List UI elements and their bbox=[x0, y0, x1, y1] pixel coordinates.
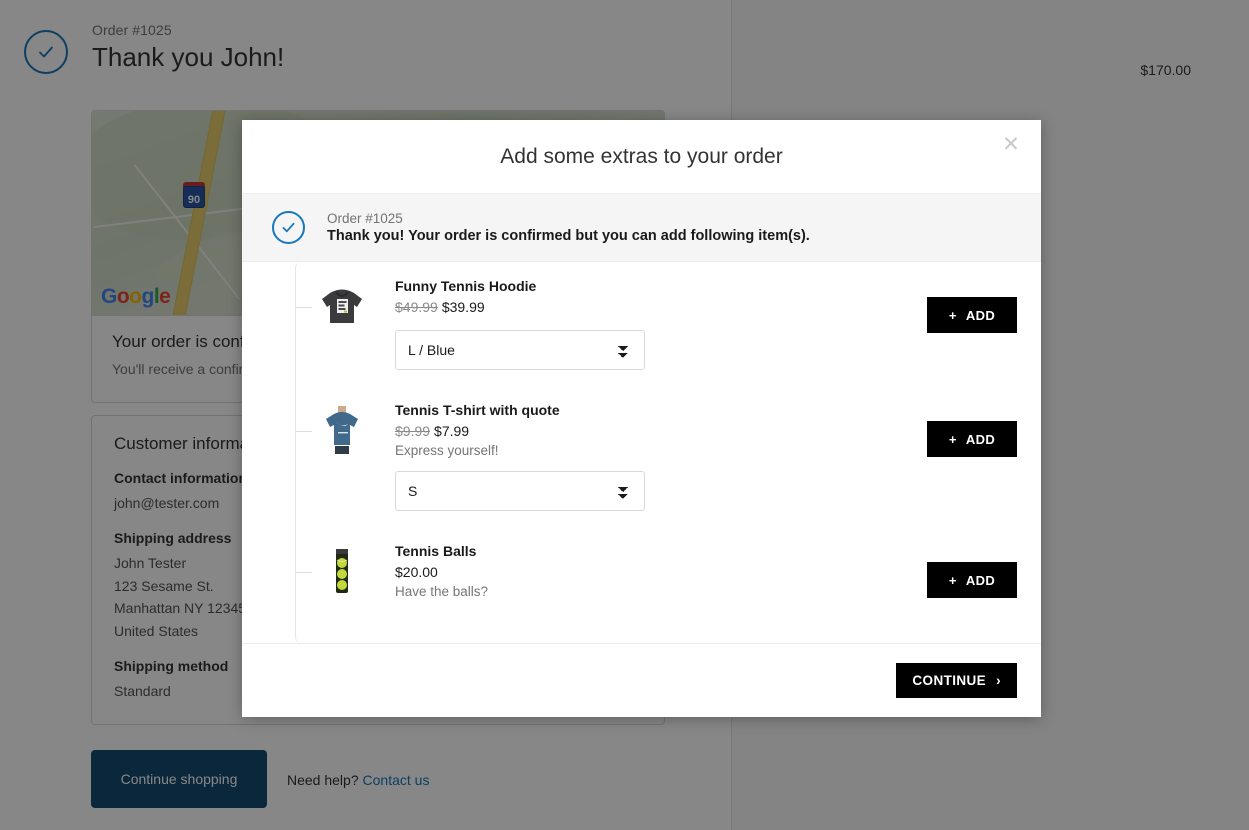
add-button[interactable]: + ADD bbox=[927, 297, 1017, 333]
row-connector bbox=[296, 431, 312, 432]
product-price: $20.00 bbox=[395, 564, 927, 580]
order-confirmation-banner: Order #1025 Thank you! Your order is con… bbox=[242, 193, 1041, 262]
row-connector bbox=[296, 572, 312, 573]
tshirt-thumbnail bbox=[314, 402, 370, 458]
variant-select[interactable]: L / Blue bbox=[395, 330, 645, 370]
add-button-label: ADD bbox=[966, 432, 995, 447]
product-price: $9.99$7.99 bbox=[395, 423, 927, 439]
plus-icon: + bbox=[949, 573, 957, 588]
product-info: Tennis Balls $20.00 Have the balls? bbox=[370, 543, 927, 601]
product-row: Funny Tennis Hoodie $49.99$39.99 L / Blu… bbox=[314, 262, 1041, 386]
product-current-price: $39.99 bbox=[442, 299, 485, 315]
plus-icon: + bbox=[949, 432, 957, 447]
add-button-label: ADD bbox=[966, 308, 995, 323]
product-name: Tennis T-shirt with quote bbox=[395, 402, 927, 418]
product-info: Funny Tennis Hoodie $49.99$39.99 L / Blu… bbox=[370, 278, 927, 370]
product-name: Funny Tennis Hoodie bbox=[395, 278, 927, 294]
add-button-label: ADD bbox=[966, 573, 995, 588]
product-description: Express yourself! bbox=[395, 443, 927, 458]
product-info: Tennis T-shirt with quote $9.99$7.99 Exp… bbox=[370, 402, 927, 511]
modal-body: Funny Tennis Hoodie $49.99$39.99 L / Blu… bbox=[242, 262, 1041, 643]
modal-title: Add some extras to your order bbox=[500, 145, 782, 169]
chevron-right-icon: › bbox=[996, 673, 1001, 688]
continue-button-label: CONTINUE bbox=[912, 673, 986, 688]
tennis-balls-thumbnail bbox=[314, 543, 370, 599]
banner-message: Thank you! Your order is confirmed but y… bbox=[327, 228, 810, 244]
banner-order-number: Order #1025 bbox=[327, 211, 810, 226]
product-old-price: $49.99 bbox=[395, 299, 438, 315]
product-current-price: $7.99 bbox=[434, 423, 469, 439]
add-button[interactable]: + ADD bbox=[927, 421, 1017, 457]
hoodie-thumbnail bbox=[314, 278, 370, 334]
banner-text: Order #1025 Thank you! Your order is con… bbox=[327, 211, 810, 244]
close-icon[interactable]: ✕ bbox=[995, 128, 1027, 160]
product-price: $49.99$39.99 bbox=[395, 299, 927, 315]
upsell-modal: Add some extras to your order ✕ Order #1… bbox=[242, 120, 1041, 717]
checkout-thank-you-page: Order #1025 Thank you John! 90 Google Yo… bbox=[0, 0, 1249, 830]
variant-select[interactable]: S bbox=[395, 471, 645, 511]
product-current-price: $20.00 bbox=[395, 564, 438, 580]
product-old-price: $9.99 bbox=[395, 423, 430, 439]
add-button[interactable]: + ADD bbox=[927, 562, 1017, 598]
plus-icon: + bbox=[949, 308, 957, 323]
product-list: Funny Tennis Hoodie $49.99$39.99 L / Blu… bbox=[295, 262, 1041, 643]
modal-header: Add some extras to your order ✕ bbox=[242, 120, 1041, 193]
product-row: Tennis Balls $20.00 Have the balls? + AD… bbox=[314, 527, 1041, 617]
product-name: Tennis Balls bbox=[395, 543, 927, 559]
product-row: Tennis T-shirt with quote $9.99$7.99 Exp… bbox=[314, 386, 1041, 527]
row-connector bbox=[296, 307, 312, 308]
modal-footer: CONTINUE › bbox=[242, 643, 1041, 717]
confirmed-check-icon bbox=[272, 211, 305, 244]
continue-button[interactable]: CONTINUE › bbox=[896, 663, 1017, 698]
product-description: Have the balls? bbox=[395, 584, 927, 599]
